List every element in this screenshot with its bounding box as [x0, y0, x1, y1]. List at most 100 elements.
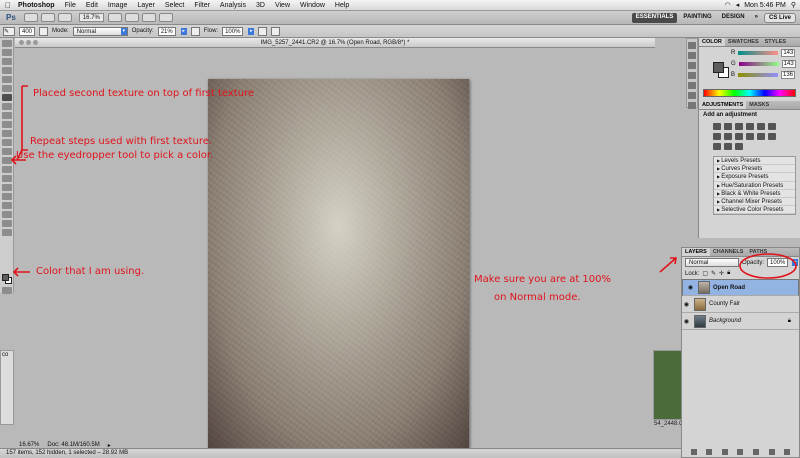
foreground-color-swatch[interactable] [2, 274, 9, 281]
channel-mixer-icon[interactable] [746, 133, 754, 140]
hand-tool-button[interactable] [107, 13, 122, 22]
menu-3d[interactable]: 3D [251, 2, 270, 9]
shape-tool-icon[interactable] [2, 193, 12, 200]
menu-help[interactable]: Help [330, 2, 354, 9]
threshold-icon[interactable] [713, 143, 721, 150]
eraser-tool-icon[interactable] [2, 130, 12, 137]
layer-name[interactable]: Background [709, 318, 741, 324]
gradient-tool-icon[interactable] [2, 139, 12, 146]
hue-saturation-icon[interactable] [768, 123, 776, 130]
minimize-window-icon[interactable] [26, 40, 31, 45]
tab-styles[interactable]: STYLES [762, 38, 789, 46]
color-spectrum-bar[interactable] [703, 89, 796, 97]
tab-adjustments[interactable]: ADJUSTMENTS [699, 101, 747, 109]
preset-channel-mixer[interactable]: Channel Mixer Presets [714, 198, 795, 207]
menu-window[interactable]: Window [295, 2, 330, 9]
zoom-tool-button[interactable] [124, 13, 139, 22]
opacity-field[interactable]: 21% [157, 26, 176, 36]
lock-position-icon[interactable]: ✛ [719, 270, 724, 277]
zoom-window-icon[interactable] [33, 40, 38, 45]
tab-paths[interactable]: PATHS [746, 248, 770, 256]
quick-selection-tool-icon[interactable] [2, 67, 12, 74]
tab-swatches[interactable]: SWATCHES [725, 38, 762, 46]
brush-size-field[interactable]: 400 [19, 26, 36, 36]
menu-layer[interactable]: Layer [132, 2, 160, 9]
brush-tool-preset-icon[interactable]: ✎ [3, 26, 15, 36]
pressure-opacity-icon[interactable] [190, 26, 200, 36]
blue-value[interactable]: 136 [781, 70, 796, 79]
wifi-icon[interactable]: ◠ [725, 1, 731, 9]
workspace-more-button[interactable]: » [751, 13, 762, 23]
path-selection-tool-icon[interactable] [2, 184, 12, 191]
eye-icon[interactable]: ◉ [686, 284, 695, 292]
flow-slider-toggle[interactable]: ▸ [248, 27, 255, 35]
3d-rotate-tool-icon[interactable] [2, 202, 12, 209]
menu-analysis[interactable]: Analysis [215, 2, 251, 9]
invert-icon[interactable] [757, 133, 765, 140]
exposure-icon[interactable] [746, 123, 754, 130]
history-panel-icon[interactable] [688, 42, 696, 49]
adjustment-layer-icon[interactable] [737, 449, 744, 455]
layer-opacity-slider-toggle[interactable]: ▸ [792, 259, 799, 266]
lock-all-icon[interactable]: 🔒︎ [727, 270, 730, 277]
layer-row[interactable]: ◉ Open Road [682, 279, 799, 296]
quick-mask-icon[interactable] [2, 287, 12, 294]
eyedropper-tool-icon[interactable] [2, 85, 12, 92]
workspace-design[interactable]: DESIGN [718, 13, 749, 23]
lock-pixels-icon[interactable]: ✎ [711, 270, 716, 277]
black-white-icon[interactable] [724, 133, 732, 140]
new-group-icon[interactable] [753, 449, 760, 455]
red-slider[interactable] [738, 50, 779, 55]
zoom-level-select[interactable]: 16.7% [78, 13, 104, 22]
menu-image[interactable]: Image [103, 2, 132, 9]
red-value[interactable]: 143 [781, 48, 796, 57]
tab-color[interactable]: COLOR [699, 38, 725, 46]
menu-select[interactable]: Select [160, 2, 189, 9]
preset-exposure[interactable]: Exposure Presets [714, 173, 795, 182]
dodge-tool-icon[interactable] [2, 157, 12, 164]
preset-hue-saturation[interactable]: Hue/Saturation Presets [714, 182, 795, 190]
menu-file[interactable]: File [60, 2, 81, 9]
view-extras-button[interactable] [57, 13, 72, 22]
type-tool-icon[interactable] [2, 175, 12, 182]
mode-select[interactable]: Normal ▾ [72, 26, 128, 36]
marquee-tool-icon[interactable] [2, 49, 12, 56]
pen-tool-icon[interactable] [2, 166, 12, 173]
color-balance-icon[interactable] [713, 133, 721, 140]
levels-icon[interactable] [724, 123, 732, 130]
layer-opacity-field[interactable]: 100% [767, 258, 789, 267]
brush-panel-toggle-icon[interactable] [39, 26, 49, 36]
layer-name[interactable]: County Fair [709, 301, 740, 307]
character-panel-icon[interactable] [688, 82, 696, 89]
layer-name[interactable]: Open Road [713, 284, 745, 292]
trash-icon[interactable] [784, 449, 791, 455]
panel-foreground-swatch[interactable] [713, 62, 724, 73]
tab-masks[interactable]: MASKS [746, 101, 772, 109]
menu-filter[interactable]: Filter [189, 2, 215, 9]
lock-transparency-icon[interactable]: ▢ [702, 270, 708, 277]
tab-channels[interactable]: CHANNELS [710, 248, 747, 256]
selective-color-icon[interactable] [735, 143, 743, 150]
blend-mode-select[interactable]: Normal [685, 258, 739, 267]
move-tool-icon[interactable] [2, 40, 12, 47]
blue-slider[interactable] [738, 72, 779, 77]
crop-tool-icon[interactable] [2, 76, 12, 83]
blur-tool-icon[interactable] [2, 148, 12, 155]
preset-selective-color[interactable]: Selective Color Presets [714, 206, 795, 215]
preset-curves[interactable]: Curves Presets [714, 165, 795, 174]
launch-minibridge-button[interactable] [40, 13, 55, 22]
layer-style-icon[interactable] [706, 449, 713, 455]
link-layers-icon[interactable] [690, 449, 697, 455]
spotlight-icon[interactable]: ⚲ [791, 1, 796, 9]
paragraph-panel-icon[interactable] [688, 92, 696, 99]
info-panel-icon[interactable] [688, 72, 696, 79]
flow-field[interactable]: 100% [222, 26, 244, 36]
menu-view[interactable]: View [270, 2, 295, 9]
add-mask-icon[interactable] [721, 449, 728, 455]
3d-orbit-tool-icon[interactable] [2, 211, 12, 218]
tab-layers[interactable]: LAYERS [682, 248, 710, 256]
hand-tool-icon[interactable] [2, 220, 12, 227]
curves-icon[interactable] [735, 123, 743, 130]
photo-filter-icon[interactable] [735, 133, 743, 140]
preset-levels[interactable]: Levels Presets [714, 157, 795, 166]
